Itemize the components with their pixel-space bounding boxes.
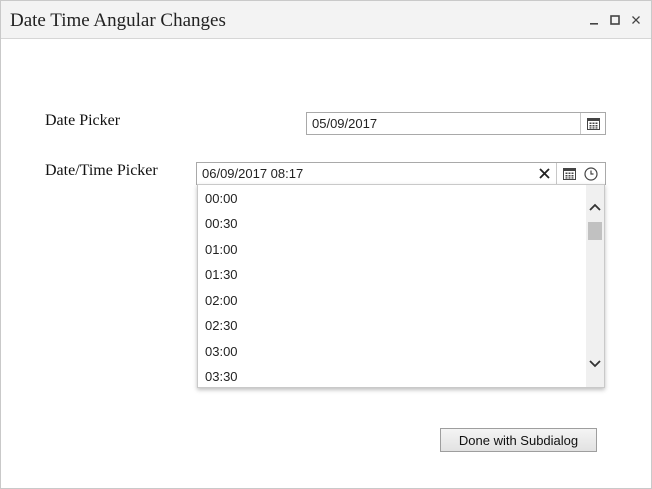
time-option[interactable]: 02:00 (205, 292, 238, 310)
datetime-picker-input[interactable] (197, 163, 530, 184)
datetime-picker-label: Date/Time Picker (45, 162, 158, 179)
dialog-window: Date Time Angular Changes Date Picker 05… (0, 0, 652, 489)
date-picker-label: Date Picker (45, 112, 121, 129)
time-option[interactable]: 03:00 (205, 343, 238, 361)
close-icon[interactable] (628, 12, 643, 28)
calendar-icon[interactable] (581, 113, 605, 134)
title-bar: Date Time Angular Changes (1, 1, 651, 39)
time-option[interactable]: 02:30 (205, 317, 238, 335)
time-option[interactable]: 01:00 (205, 241, 238, 259)
dropdown-scrollbar[interactable] (586, 185, 604, 387)
clear-icon[interactable] (533, 163, 555, 184)
time-option[interactable]: 00:30 (205, 215, 238, 233)
window-controls (586, 12, 643, 28)
clock-icon[interactable] (580, 163, 602, 184)
scroll-down-icon[interactable] (587, 356, 603, 372)
date-picker-input[interactable] (307, 113, 579, 134)
time-option[interactable]: 00:00 (205, 190, 238, 208)
time-option-list: 00:00 00:30 01:00 01:30 02:00 02:30 03:0… (198, 185, 584, 387)
scrollbar-thumb[interactable] (588, 222, 602, 240)
date-picker-field (306, 112, 606, 135)
window-title: Date Time Angular Changes (10, 10, 226, 31)
done-with-subdialog-button[interactable]: Done with Subdialog (440, 428, 597, 452)
field-separator (556, 163, 557, 184)
time-option[interactable]: 01:30 (205, 266, 238, 284)
datetime-picker-field (196, 162, 606, 185)
maximize-icon[interactable] (607, 12, 622, 28)
time-dropdown: 00:00 00:30 01:00 01:30 02:00 02:30 03:0… (197, 184, 605, 388)
calendar-icon[interactable] (558, 163, 580, 184)
minimize-icon[interactable] (586, 12, 601, 28)
scroll-up-icon[interactable] (587, 199, 603, 215)
time-option[interactable]: 03:30 (205, 368, 238, 386)
